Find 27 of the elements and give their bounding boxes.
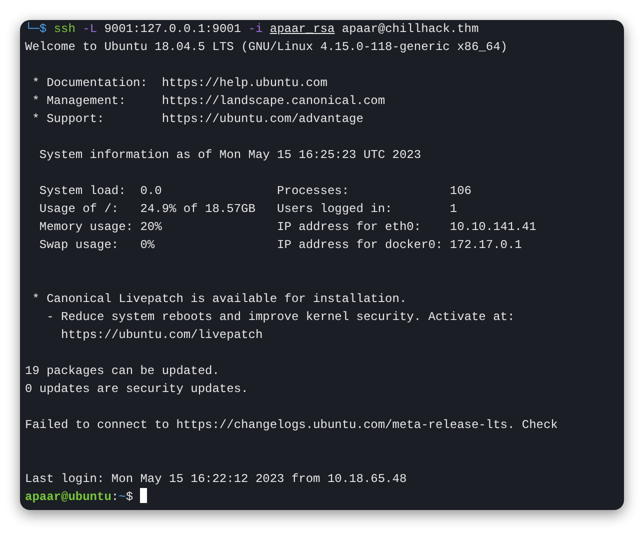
output-line: - Reduce system reboots and improve kernel security. Activate at: bbox=[46, 310, 515, 324]
output-line: Swap usage: 0% IP address for docker0: 172.17.0.1 bbox=[38, 238, 522, 252]
user-host: apaar@ubuntu bbox=[25, 490, 112, 504]
output-line: Memory usage: 20% IP address for eth0: 10.10.141.41 bbox=[38, 220, 536, 234]
option-text: -L bbox=[82, 22, 98, 36]
terminal-text: apaar@chillhack.thm bbox=[340, 22, 479, 36]
output-line: 0 updates are security updates. bbox=[25, 382, 248, 396]
output-line: https://ubuntu.com/livepatch bbox=[60, 328, 263, 342]
output-line: Welcome to Ubuntu 18.04.5 LTS (GNU/Linux 4.15.0-118-generic x86_64) bbox=[25, 40, 508, 54]
output-line: System load: 0.0 Processes: 106 bbox=[38, 184, 472, 198]
prompt-symbol: └─$ bbox=[25, 22, 48, 36]
file-path: apaar_rsa bbox=[270, 22, 335, 36]
terminal-text: : bbox=[111, 490, 119, 504]
output-line: * Documentation: https://help.ubuntu.com bbox=[31, 76, 328, 90]
terminal-text: $ bbox=[126, 490, 134, 504]
output-line: * Management: https://landscape.canonical.com bbox=[31, 94, 386, 108]
output-line: Usage of /: 24.9% of 18.57GB Users logged in: 1 bbox=[38, 202, 458, 216]
output-line: Last login: Mon May 15 16:22:12 2023 from 10.18.65.48 bbox=[25, 472, 407, 486]
output-line: Failed to connect to https://changelogs.ubuntu.com/meta-release-lts. Check bbox=[25, 418, 558, 432]
command-text: ssh bbox=[54, 22, 76, 36]
output-line: 19 packages can be updated. bbox=[25, 364, 220, 378]
output-line: * Canonical Livepatch is available for installation. bbox=[31, 292, 407, 306]
output-line: * Support: https://ubuntu.com/advantage bbox=[31, 112, 364, 126]
output-line: System information as of Mon May 15 16:25:23 UTC 2023 bbox=[38, 148, 422, 162]
directory-text: ~ bbox=[118, 490, 126, 504]
option-text: -i bbox=[248, 22, 264, 36]
terminal-text: 9001:127.0.0.1:9001 bbox=[104, 22, 242, 36]
